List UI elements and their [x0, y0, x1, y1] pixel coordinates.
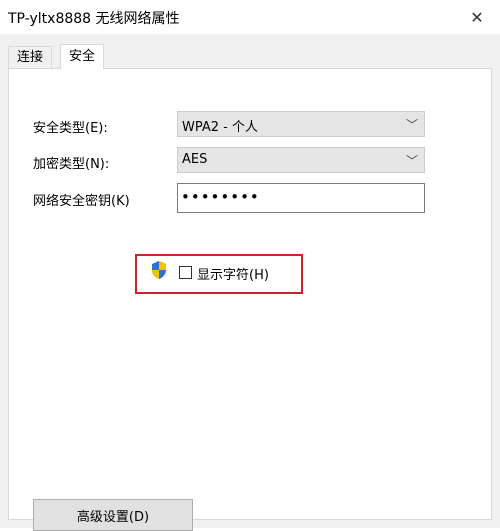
security-type-value: WPA2 - 个人	[182, 120, 258, 135]
title-bar: TP-yltx8888 无线网络属性 ✕	[0, 0, 500, 34]
security-panel: 安全类型(E): WPA2 - 个人 ﹀ 加密类型(N): AES ﹀ 网络安全…	[8, 68, 492, 531]
close-icon: ✕	[470, 7, 484, 27]
window-title: TP-yltx8888 无线网络属性	[8, 11, 180, 27]
encryption-type-value: AES	[182, 152, 208, 167]
network-key-input[interactable]: ••••••••	[177, 183, 425, 213]
show-characters-label[interactable]: 显示字符(H)	[197, 264, 269, 283]
network-key-label: 网络安全密钥(K)	[33, 194, 130, 209]
window-body: 连接 安全 安全类型(E): WPA2 - 个人 ﹀ 加密类型(N): AES …	[0, 34, 500, 531]
advanced-settings-button[interactable]: 高级设置(D)	[33, 499, 193, 531]
tab-security[interactable]: 安全	[60, 44, 105, 69]
network-key-value: ••••••••	[181, 188, 260, 206]
security-type-select[interactable]: WPA2 - 个人 ﹀	[177, 111, 425, 137]
encryption-type-select[interactable]: AES ﹀	[177, 147, 425, 173]
chevron-down-icon: ﹀	[405, 154, 418, 168]
shield-icon	[152, 261, 166, 279]
chevron-down-icon: ﹀	[405, 118, 418, 132]
security-type-label: 安全类型(E):	[33, 121, 108, 136]
encryption-type-label: 加密类型(N):	[33, 157, 110, 172]
show-characters-checkbox[interactable]	[179, 266, 192, 279]
tab-connection[interactable]: 连接	[8, 46, 53, 68]
close-button[interactable]: ✕	[454, 0, 500, 34]
